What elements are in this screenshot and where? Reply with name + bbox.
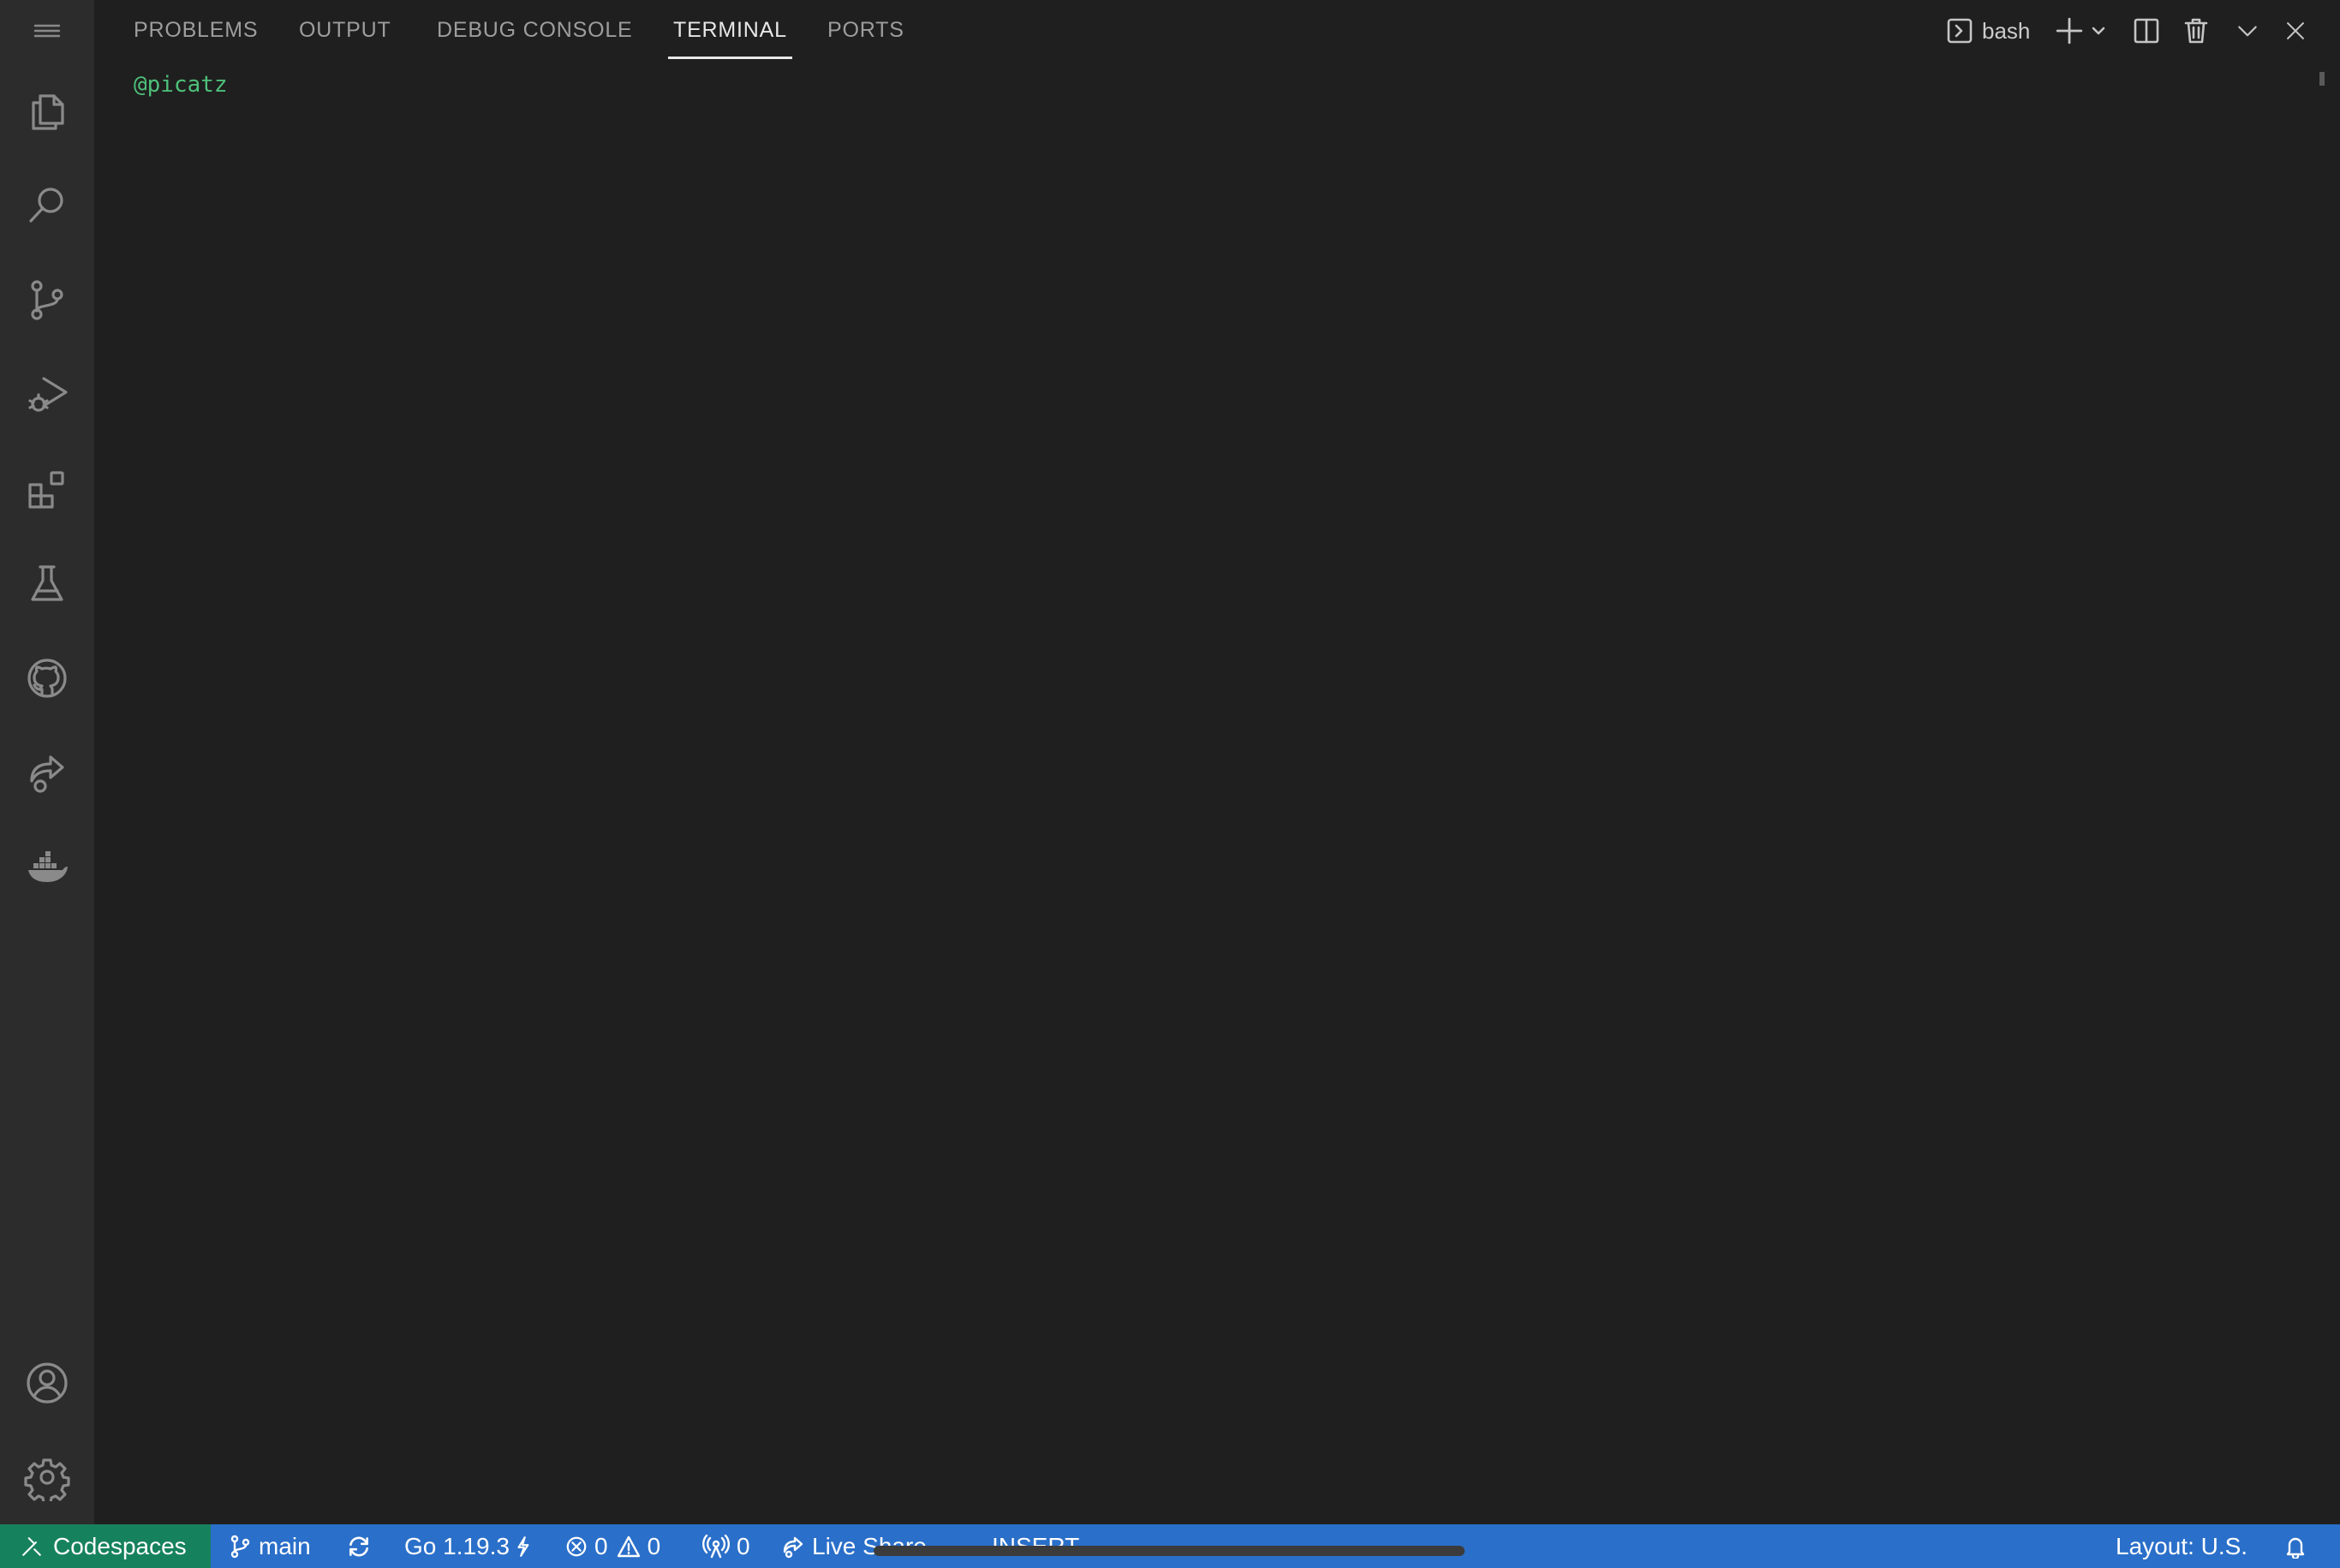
- terminal-icon: [1947, 18, 1973, 44]
- extensions-icon[interactable]: [0, 447, 94, 533]
- close-icon: [2287, 22, 2304, 39]
- sync-button[interactable]: [346, 1524, 372, 1568]
- settings-gear-icon[interactable]: [0, 1434, 94, 1520]
- go-version-indicator[interactable]: Go 1.19.3: [404, 1524, 530, 1568]
- warning-icon: [617, 1535, 640, 1557]
- files-icon[interactable]: [0, 69, 94, 154]
- github-icon[interactable]: [0, 635, 94, 721]
- branch-name: main: [259, 1532, 311, 1559]
- launch-profile-dropdown[interactable]: [2086, 12, 2110, 50]
- source-control-icon[interactable]: [0, 257, 94, 343]
- remote-label: Codespaces: [53, 1532, 187, 1559]
- account-icon[interactable]: [0, 1340, 94, 1426]
- chevron-down-icon: [2092, 27, 2105, 35]
- lightning-icon: [517, 1535, 529, 1557]
- shell-label: bash: [1982, 17, 2031, 44]
- live-share-icon: [783, 1536, 803, 1558]
- new-terminal-button[interactable]: [2052, 12, 2086, 50]
- remote-icon: [22, 1536, 41, 1556]
- remote-indicator[interactable]: Codespaces: [0, 1524, 211, 1568]
- tab-output[interactable]: OUTPUT: [299, 0, 391, 57]
- broadcast-icon: [702, 1534, 730, 1558]
- menu-icon[interactable]: [0, 0, 94, 74]
- horizontal-scrollbar[interactable]: [874, 1546, 1465, 1556]
- error-icon: [566, 1536, 587, 1556]
- terminal-shell-selector[interactable]: bash: [1946, 12, 2049, 50]
- testing-icon[interactable]: [0, 541, 94, 627]
- panel-actions: bash: [1946, 0, 2340, 60]
- terminal-prompt-user: @picatz: [134, 72, 228, 98]
- kill-terminal-button[interactable]: [2177, 12, 2215, 50]
- live-share-icon[interactable]: [0, 730, 94, 815]
- go-version: Go 1.19.3: [404, 1532, 510, 1559]
- trash-icon: [2184, 18, 2208, 44]
- git-branch-icon: [230, 1535, 250, 1558]
- warning-count: 0: [647, 1532, 661, 1559]
- plus-icon: [2056, 17, 2083, 45]
- problems-indicator[interactable]: 0 0: [565, 1524, 660, 1568]
- terminal-output[interactable]: @picatz: [134, 72, 2306, 1507]
- bell-icon: [2286, 1537, 2305, 1559]
- search-icon[interactable]: [0, 163, 94, 248]
- activity-bar: [0, 0, 94, 1524]
- split-icon: [2134, 18, 2159, 44]
- maximize-panel-button[interactable]: [2229, 12, 2266, 50]
- terminal-scrollbar[interactable]: [2319, 72, 2325, 86]
- tab-terminal[interactable]: TERMINAL: [668, 0, 792, 59]
- run-debug-icon[interactable]: [0, 351, 94, 437]
- terminal-panel: PROBLEMS OUTPUT DEBUG CONSOLE TERMINAL P…: [94, 0, 2340, 1524]
- branch-indicator[interactable]: main: [228, 1524, 311, 1568]
- split-terminal-button[interactable]: [2128, 12, 2165, 50]
- keyboard-layout-indicator[interactable]: Layout: U.S.: [2116, 1524, 2247, 1568]
- error-count: 0: [594, 1532, 608, 1559]
- status-bar: Codespaces main Go 1.19.3 0 0 0 Live Sha…: [0, 1524, 2340, 1568]
- ports-indicator[interactable]: 0: [702, 1524, 750, 1568]
- tab-ports[interactable]: PORTS: [827, 0, 904, 57]
- close-panel-button[interactable]: [2277, 12, 2314, 50]
- chevron-down-icon: [2238, 26, 2257, 37]
- layout-label: Layout: U.S.: [2116, 1532, 2248, 1559]
- tab-debug-console[interactable]: DEBUG CONSOLE: [437, 0, 633, 57]
- tab-problems[interactable]: PROBLEMS: [134, 0, 258, 57]
- notifications-button[interactable]: [2283, 1524, 2307, 1568]
- ports-count: 0: [737, 1532, 750, 1559]
- sync-icon: [349, 1536, 368, 1556]
- docker-icon[interactable]: [0, 824, 94, 909]
